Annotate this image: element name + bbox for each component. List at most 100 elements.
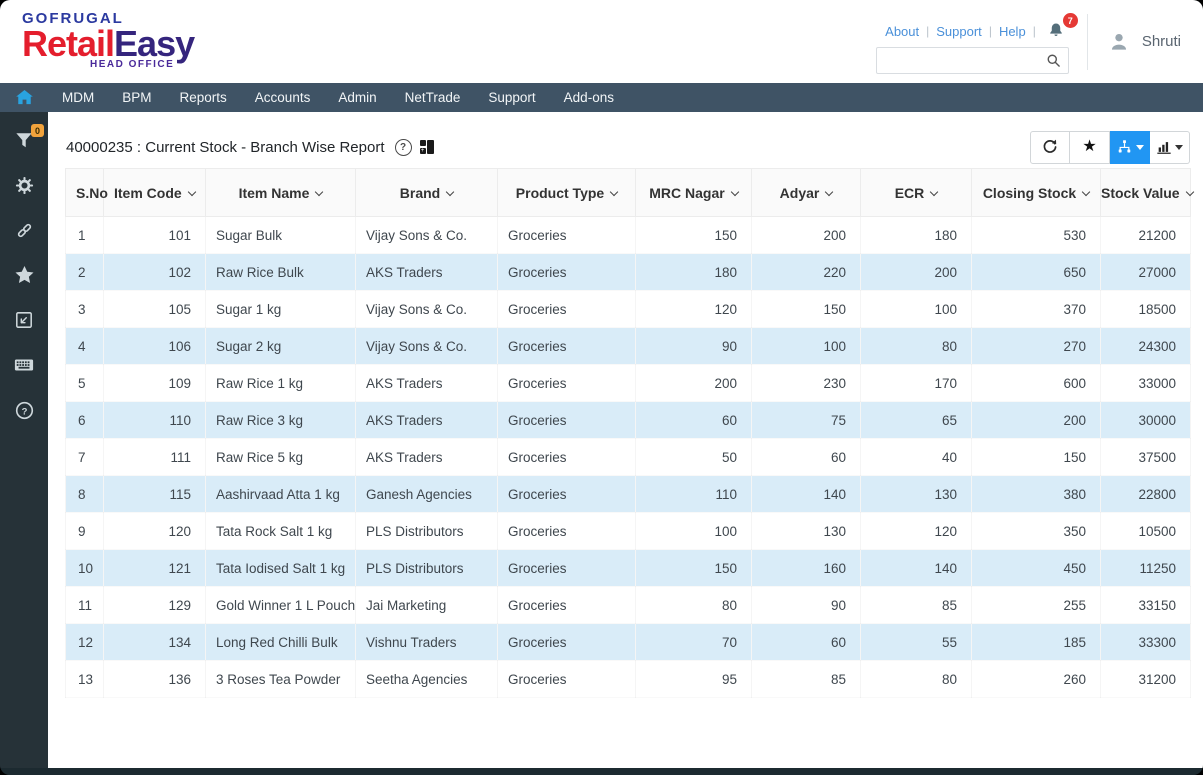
table-cell: Groceries (498, 661, 636, 698)
hierarchy-icon (1116, 139, 1133, 155)
nav-item-nettrade[interactable]: NetTrade (391, 83, 475, 112)
table-cell: AKS Traders (356, 439, 498, 476)
column-header-closing-stock[interactable]: Closing Stock (972, 169, 1101, 217)
filter-button[interactable]: 0 (12, 130, 36, 150)
column-header-adyar[interactable]: Adyar (752, 169, 861, 217)
column-header-brand[interactable]: Brand (356, 169, 498, 217)
column-header-item-name[interactable]: Item Name (206, 169, 356, 217)
table-cell: 60 (636, 402, 752, 439)
table-cell: Vijay Sons & Co. (356, 217, 498, 254)
column-header-product-type[interactable]: Product Type (498, 169, 636, 217)
table-cell: 120 (861, 513, 972, 550)
star-icon (15, 266, 34, 284)
table-cell: 11250 (1101, 550, 1191, 587)
user-menu[interactable]: Shruti (1087, 14, 1203, 70)
help-button[interactable]: ? (12, 400, 36, 420)
nav-item-bpm[interactable]: BPM (108, 83, 165, 112)
search-icon[interactable] (1040, 53, 1068, 68)
support-link[interactable]: Support (936, 24, 982, 39)
table-cell: 170 (861, 365, 972, 402)
table-cell: 150 (636, 550, 752, 587)
settings-button[interactable] (12, 175, 36, 195)
table-cell: 100 (636, 513, 752, 550)
keyboard-icon (14, 358, 34, 372)
column-header-stock-value[interactable]: Stock Value (1101, 169, 1191, 217)
table-row[interactable]: 9120Tata Rock Salt 1 kgPLS DistributorsG… (66, 513, 1191, 550)
home-button[interactable] (0, 83, 48, 112)
about-link[interactable]: About (885, 24, 919, 39)
report-dashboard-icon[interactable]: + (420, 140, 435, 154)
table-row[interactable]: 131363 Roses Tea PowderSeetha AgenciesGr… (66, 661, 1191, 698)
export-window-button[interactable] (12, 310, 36, 330)
table-row[interactable]: 11129Gold Winner 1 L PouchJai MarketingG… (66, 587, 1191, 624)
table-cell: AKS Traders (356, 402, 498, 439)
refresh-button[interactable] (1030, 131, 1070, 164)
export-window-icon (15, 311, 33, 329)
table-cell: 200 (752, 217, 861, 254)
table-cell: 200 (636, 365, 752, 402)
table-row[interactable]: 5109Raw Rice 1 kgAKS TradersGroceries200… (66, 365, 1191, 402)
column-header-mrc-nagar[interactable]: MRC Nagar (636, 169, 752, 217)
table-cell: 10 (66, 550, 104, 587)
sort-chevron-icon (930, 187, 938, 195)
link-shortcuts-button[interactable] (12, 220, 36, 240)
table-cell: 60 (752, 439, 861, 476)
table-cell: Vijay Sons & Co. (356, 328, 498, 365)
nav-item-accounts[interactable]: Accounts (241, 83, 325, 112)
nav-item-admin[interactable]: Admin (324, 83, 390, 112)
table-row[interactable]: 7111Raw Rice 5 kgAKS TradersGroceries506… (66, 439, 1191, 476)
nav-item-reports[interactable]: Reports (166, 83, 241, 112)
sort-chevron-icon (446, 187, 454, 195)
table-cell: 22800 (1101, 476, 1191, 513)
favorites-button[interactable] (12, 265, 36, 285)
search-input[interactable] (877, 53, 1040, 68)
table-row[interactable]: 10121Tata Iodised Salt 1 kgPLS Distribut… (66, 550, 1191, 587)
logo-word-blue: Easy (114, 23, 194, 64)
logo-word-red: Retail (22, 23, 114, 64)
chart-view-button[interactable] (1150, 131, 1190, 164)
keyboard-shortcuts-button[interactable] (12, 355, 36, 375)
favorite-button[interactable]: ★ (1070, 131, 1110, 164)
table-cell: 120 (104, 513, 206, 550)
report-title-bar: 40000235 : Current Stock - Branch Wise R… (48, 112, 1203, 164)
link-separator: | (926, 24, 929, 38)
user-avatar-icon (1106, 29, 1132, 55)
table-cell: Groceries (498, 513, 636, 550)
column-header-item-code[interactable]: Item Code (104, 169, 206, 217)
table-row[interactable]: 12134Long Red Chilli BulkVishnu TradersG… (66, 624, 1191, 661)
table-cell: 4 (66, 328, 104, 365)
table-cell: 260 (972, 661, 1101, 698)
column-header-ecr[interactable]: ECR (861, 169, 972, 217)
table-cell: 75 (752, 402, 861, 439)
app-logo[interactable]: GOFRUGAL RetailEasy HEAD OFFICE (0, 0, 320, 83)
help-link[interactable]: Help (999, 24, 1026, 39)
nav-item-mdm[interactable]: MDM (48, 83, 108, 112)
nav-item-addons[interactable]: Add-ons (550, 83, 628, 112)
table-cell: 33300 (1101, 624, 1191, 661)
hierarchy-view-button[interactable] (1110, 131, 1150, 164)
report-title: 40000235 : Current Stock - Branch Wise R… (66, 139, 385, 156)
table-cell: Groceries (498, 402, 636, 439)
table-cell: Gold Winner 1 L Pouch (206, 587, 356, 624)
table-row[interactable]: 6110Raw Rice 3 kgAKS TradersGroceries607… (66, 402, 1191, 439)
nav-item-support[interactable]: Support (474, 83, 549, 112)
table-row[interactable]: 3105Sugar 1 kgVijay Sons & Co.Groceries1… (66, 291, 1191, 328)
header-search (876, 47, 1069, 74)
table-row[interactable]: 4106Sugar 2 kgVijay Sons & Co.Groceries9… (66, 328, 1191, 365)
table-row[interactable]: 8115Aashirvaad Atta 1 kgGanesh AgenciesG… (66, 476, 1191, 513)
home-icon (16, 90, 33, 105)
hierarchy-caret-icon (1136, 145, 1144, 150)
help-circle-icon: ? (15, 401, 34, 420)
report-help-icon[interactable]: ? (395, 139, 412, 156)
sort-chevron-icon (730, 187, 738, 195)
table-row[interactable]: 2102Raw Rice BulkAKS TradersGroceries180… (66, 254, 1191, 291)
table-cell: Sugar Bulk (206, 217, 356, 254)
table-cell: Seetha Agencies (356, 661, 498, 698)
table-cell: 150 (752, 291, 861, 328)
table-cell: 115 (104, 476, 206, 513)
notifications-bell-button[interactable]: 7 (1047, 21, 1069, 41)
table-cell: Raw Rice 3 kg (206, 402, 356, 439)
table-cell: Tata Rock Salt 1 kg (206, 513, 356, 550)
table-row[interactable]: 1101Sugar BulkVijay Sons & Co.Groceries1… (66, 217, 1191, 254)
table-cell: 65 (861, 402, 972, 439)
